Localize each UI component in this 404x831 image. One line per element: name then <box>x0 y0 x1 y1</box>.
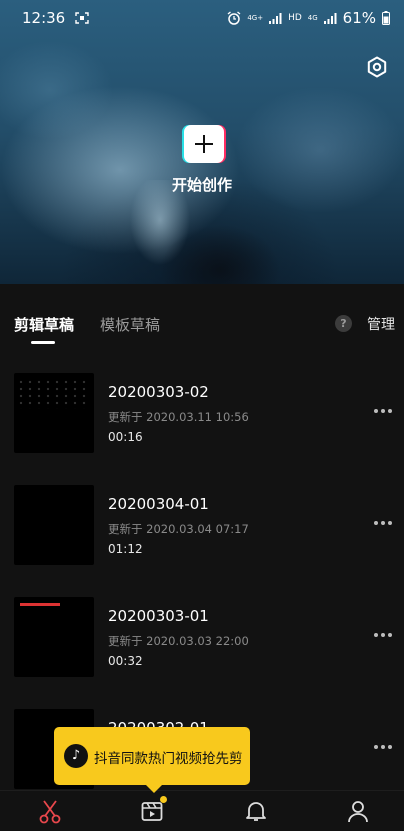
bottom-nav <box>0 790 404 831</box>
draft-duration: 00:16 <box>108 430 143 444</box>
battery-percent: 61% <box>342 9 376 27</box>
more-options-icon[interactable] <box>374 409 394 415</box>
more-options-icon[interactable] <box>374 521 394 527</box>
screenshot-icon <box>75 12 89 24</box>
status-time: 12:36 <box>22 9 66 27</box>
nav-notifications[interactable] <box>226 791 286 831</box>
new-badge <box>160 796 167 803</box>
tab-edit-drafts[interactable]: 剪辑草稿 <box>14 314 74 335</box>
draft-title: 20200304-01 <box>108 495 209 513</box>
signal-icon-2 <box>323 12 337 24</box>
gear-icon <box>367 56 387 78</box>
draft-title: 20200303-02 <box>108 383 209 401</box>
draft-duration: 00:32 <box>108 654 143 668</box>
draft-item[interactable]: 20200304-01 更新于 2020.03.04 07:17 01:12 <box>0 485 404 567</box>
network-type-2: 4G <box>307 13 318 22</box>
user-icon <box>348 801 368 822</box>
draft-duration: 01:12 <box>108 542 143 556</box>
draft-updated: 更新于 2020.03.03 22:00 <box>108 634 249 648</box>
bell-icon <box>246 802 266 821</box>
settings-button[interactable] <box>366 56 388 78</box>
draft-thumbnail[interactable] <box>14 485 94 565</box>
create-label[interactable]: 开始创作 <box>0 174 404 195</box>
draft-item[interactable]: 20200303-02 更新于 2020.03.11 10:56 00:16 <box>0 373 404 455</box>
draft-tabs: 剪辑草稿 模板草稿 ? 管理 <box>0 300 404 348</box>
draft-item[interactable]: 20200303-01 更新于 2020.03.03 22:00 00:32 <box>0 597 404 679</box>
scissors-icon <box>39 800 61 824</box>
draft-updated: 更新于 2020.03.11 10:56 <box>108 410 249 424</box>
nav-profile[interactable] <box>328 791 388 831</box>
template-icon <box>141 802 163 821</box>
draft-thumbnail[interactable] <box>14 597 94 677</box>
create-button[interactable] <box>184 125 224 163</box>
alarm-icon <box>227 11 241 25</box>
more-options-icon[interactable] <box>374 745 394 751</box>
more-options-icon[interactable] <box>374 633 394 639</box>
network-type: 4G+ <box>247 13 264 22</box>
nav-templates[interactable] <box>122 791 182 831</box>
promo-text: 抖音同款热门视频抢先剪 <box>94 751 243 767</box>
tab-template-drafts[interactable]: 模板草稿 <box>100 314 160 335</box>
tiktok-icon: ♪ <box>64 744 88 768</box>
signal-icon <box>269 12 282 24</box>
promo-tooltip[interactable]: ♪ 抖音同款热门视频抢先剪 <box>54 727 250 793</box>
status-bar: 12:36 4G+ HD 4G 61% <box>0 0 404 36</box>
draft-updated: 更新于 2020.03.04 07:17 <box>108 522 249 536</box>
nav-edit[interactable] <box>20 791 80 831</box>
help-icon[interactable]: ? <box>335 315 352 332</box>
tab-active-indicator <box>31 341 55 344</box>
network-hd: HD <box>288 12 302 23</box>
draft-thumbnail[interactable] <box>14 373 94 453</box>
draft-title: 20200303-01 <box>108 607 209 625</box>
battery-icon <box>382 11 390 25</box>
manage-button[interactable]: 管理 <box>367 314 395 334</box>
